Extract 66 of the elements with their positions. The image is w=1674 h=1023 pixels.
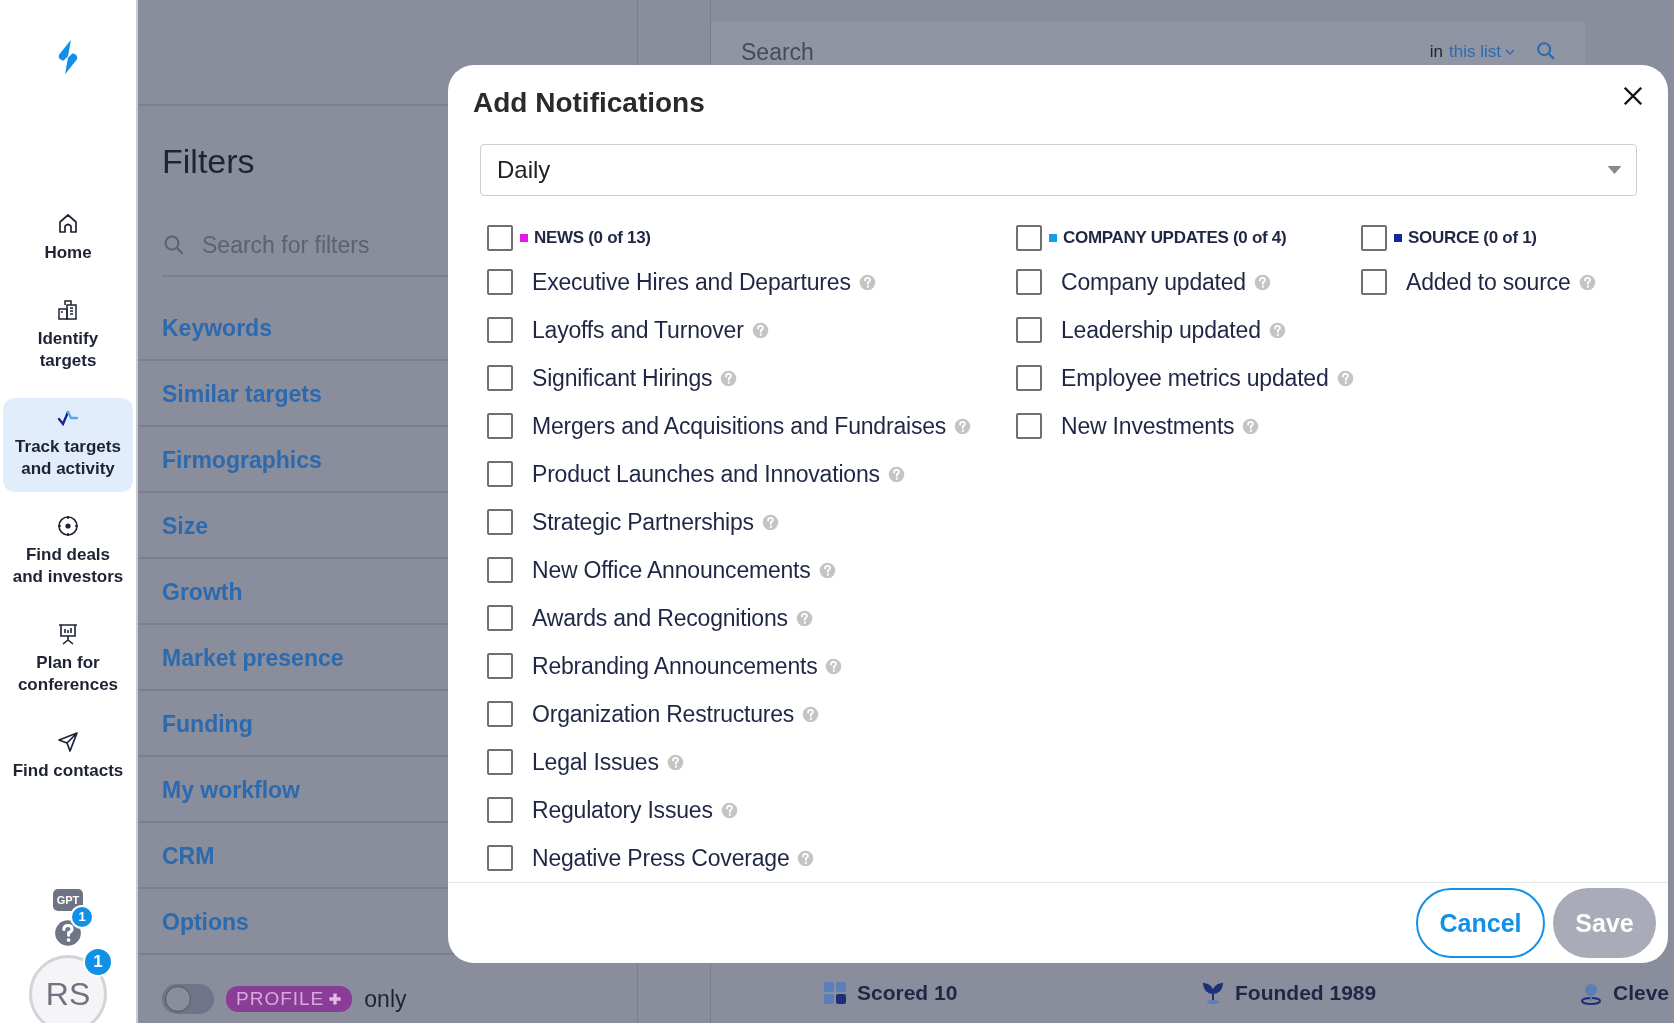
close-icon[interactable] xyxy=(1622,84,1644,107)
checkbox[interactable] xyxy=(487,653,513,680)
target-icon xyxy=(56,514,80,538)
option-label: Company updated xyxy=(1061,268,1246,296)
cancel-button[interactable]: Cancel xyxy=(1416,888,1545,959)
checkbox[interactable] xyxy=(1016,269,1042,296)
summary-text: Founded 1989 xyxy=(1235,981,1377,1005)
nav-item[interactable]: Plan for conferences xyxy=(3,614,133,708)
profile-tag: PROFILE xyxy=(226,986,353,1012)
checkbox[interactable] xyxy=(487,701,513,728)
nav-item[interactable]: Home xyxy=(3,204,133,276)
checkbox[interactable] xyxy=(1016,413,1042,440)
checkbox[interactable] xyxy=(1361,269,1387,296)
checkbox[interactable] xyxy=(487,749,513,776)
checkbox[interactable] xyxy=(1361,225,1387,252)
checkbox[interactable] xyxy=(487,605,513,632)
checkbox[interactable] xyxy=(487,413,513,440)
search-field[interactable]: Search xyxy=(739,38,1424,67)
group-label: NEWS (0 of 13) xyxy=(534,228,651,249)
nav-item[interactable]: Find contacts xyxy=(3,722,133,794)
nav-item[interactable]: Find deals and investors xyxy=(3,506,133,600)
frequency-dropdown[interactable]: Daily xyxy=(480,143,1637,197)
option-label: Added to source xyxy=(1406,268,1571,296)
scope-dropdown[interactable]: this list xyxy=(1449,42,1515,62)
checkbox[interactable] xyxy=(1016,225,1042,252)
scope-prefix: in xyxy=(1429,42,1444,62)
checkbox[interactable] xyxy=(487,797,513,824)
option-label: Leadership updated xyxy=(1061,316,1261,344)
search-icon xyxy=(162,233,186,257)
calculator-icon xyxy=(823,981,847,1005)
notification-badge: 1 xyxy=(83,947,113,977)
option-label: Employee metrics updated xyxy=(1061,364,1329,392)
caret-icon xyxy=(1607,165,1622,174)
toggle-switch[interactable] xyxy=(162,984,214,1014)
nav-item[interactable]: Identify targets xyxy=(3,290,133,384)
checkbox[interactable] xyxy=(487,269,513,296)
home-icon xyxy=(56,212,80,236)
checkbox[interactable] xyxy=(487,365,513,392)
checkbox[interactable] xyxy=(1016,317,1042,344)
only-label: only xyxy=(364,985,407,1013)
buildings-icon xyxy=(56,298,80,322)
group-label: COMPANY UPDATES (0 of 4) xyxy=(1063,228,1287,249)
help-icon[interactable] xyxy=(54,919,82,947)
gpt-button[interactable]: GPT xyxy=(52,889,84,911)
notification-badge: 1 xyxy=(70,905,94,929)
nav-item[interactable]: Track targets and activity xyxy=(3,398,133,492)
summary-text: Scored 10 xyxy=(857,981,958,1005)
checkbox[interactable] xyxy=(1016,365,1042,392)
checkbox[interactable] xyxy=(487,225,513,252)
presentation-icon xyxy=(56,622,80,646)
group-label: SOURCE (0 of 1) xyxy=(1408,228,1537,249)
location-pin-icon xyxy=(1579,981,1603,1005)
checkbox[interactable] xyxy=(487,317,513,344)
checkbox[interactable] xyxy=(487,845,513,872)
option-label: New Investments xyxy=(1061,412,1235,440)
plus-icon xyxy=(328,992,343,1006)
send-icon xyxy=(56,730,80,754)
dialog-title: Add Notifications xyxy=(473,86,705,119)
sprout-icon xyxy=(1201,981,1225,1005)
checkbox[interactable] xyxy=(487,461,513,488)
panel-title: Filters xyxy=(162,142,255,181)
checkbox[interactable] xyxy=(487,509,513,536)
caret-icon xyxy=(1505,49,1515,55)
summary-text: Cleve xyxy=(1613,981,1670,1005)
checkbox[interactable] xyxy=(487,557,513,584)
option-label: Executive Hires and Departures xyxy=(532,268,851,296)
